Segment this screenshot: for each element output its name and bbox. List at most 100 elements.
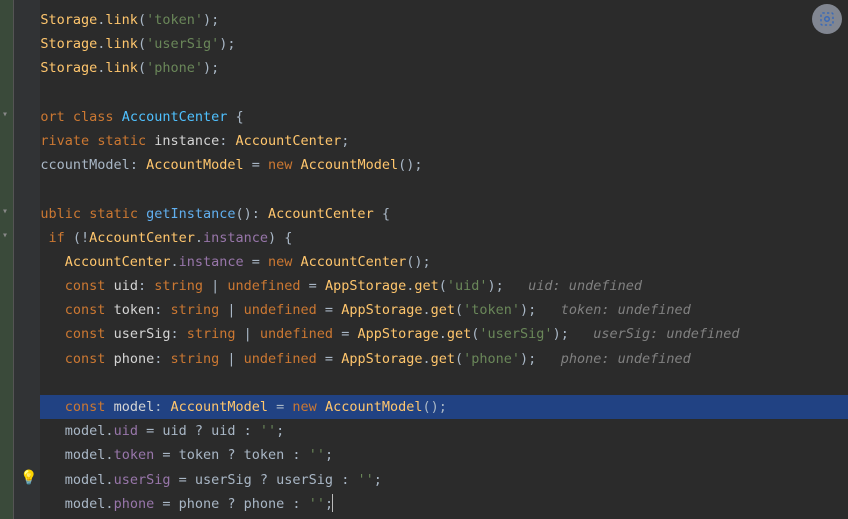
code-token: model. (65, 423, 114, 439)
code-token: : (154, 399, 170, 415)
code-token: = (317, 351, 341, 367)
code-token: undefined (244, 302, 317, 318)
screenshot-button[interactable] (812, 4, 842, 34)
code-editor[interactable]: AppStorage.link('token');AppStorage.link… (0, 0, 848, 516)
code-line[interactable]: const uid: string | undefined = AppStora… (0, 274, 848, 298)
code-line[interactable]: const model: AccountModel = new AccountM… (0, 395, 848, 419)
code-token: : (154, 302, 170, 318)
code-token: '' (357, 472, 373, 488)
code-line[interactable]: if (!AccountCenter.instance) { (0, 226, 848, 250)
code-token: new (268, 157, 292, 173)
code-token: ; (374, 472, 382, 488)
code-line[interactable]: AppStorage.link('userSig'); (0, 32, 848, 56)
code-token: const (65, 278, 106, 294)
code-token: (); (422, 399, 446, 415)
code-token: get (431, 351, 455, 367)
code-line[interactable]: const userSig: string | undefined = AppS… (0, 322, 848, 346)
code-token (105, 278, 113, 294)
fold-marker-method[interactable]: ▾ (2, 203, 12, 213)
code-line[interactable]: model.phone = phone ? phone : ''; (0, 492, 848, 516)
code-token: = (154, 496, 178, 512)
fold-marker-if[interactable]: ▾ (2, 227, 12, 237)
code-token (227, 109, 235, 125)
code-token: model. (65, 447, 114, 463)
code-line[interactable]: public static getInstance(): AccountCent… (0, 202, 848, 226)
code-token (105, 351, 113, 367)
code-token: : (154, 351, 170, 367)
code-token: : (138, 278, 154, 294)
code-line[interactable]: export class AccountCenter { (0, 105, 848, 129)
code-token: const (65, 399, 106, 415)
code-token: get (414, 278, 438, 294)
code-token: (): (236, 206, 269, 222)
code-token: token (114, 302, 155, 318)
code-token (138, 206, 146, 222)
code-token: ); (553, 326, 594, 342)
code-token: = (268, 399, 292, 415)
code-token: '' (260, 423, 276, 439)
code-line[interactable]: model.userSig = userSig ? userSig : ''; (0, 468, 848, 492)
code-token: AccountCenter (122, 109, 228, 125)
code-token: const (65, 326, 106, 342)
code-line[interactable]: AppStorage.link('token'); (0, 8, 848, 32)
code-token (105, 302, 113, 318)
code-line[interactable]: model.uid = uid ? uid : ''; (0, 419, 848, 443)
code-token: string (170, 351, 219, 367)
code-token: : (292, 496, 308, 512)
code-token: AccountCenter (89, 230, 195, 246)
code-token: 'userSig' (479, 326, 552, 342)
code-token: link (105, 36, 138, 52)
code-token: | (219, 351, 243, 367)
fold-marker-class[interactable]: ▾ (2, 106, 12, 116)
code-token: (); (398, 157, 422, 173)
code-line[interactable]: AccountCenter.instance = new AccountCent… (0, 250, 848, 274)
code-token: userSig: undefined (593, 326, 739, 342)
code-token: AppStorage (325, 278, 406, 294)
code-token (114, 109, 122, 125)
code-token: = (301, 278, 325, 294)
code-token: instance (154, 133, 219, 149)
code-token: = (170, 472, 194, 488)
code-token: link (105, 60, 138, 76)
code-token: userSig (276, 472, 341, 488)
code-token: (); (406, 254, 430, 270)
code-line[interactable]: model.token = token ? token : ''; (0, 443, 848, 467)
code-token: token (179, 447, 228, 463)
code-token: | (203, 278, 227, 294)
code-token: model (114, 399, 155, 415)
code-token: : (170, 326, 186, 342)
intention-bulb-icon[interactable]: 💡 (20, 466, 37, 491)
code-token (65, 109, 73, 125)
code-token: : (130, 157, 146, 173)
code-line[interactable]: AppStorage.link('phone'); (0, 56, 848, 80)
code-token: token (244, 447, 293, 463)
code-token: get (447, 326, 471, 342)
code-token: phone (114, 351, 155, 367)
code-token: instance (203, 230, 268, 246)
screenshot-icon (818, 10, 836, 28)
code-token: ? (195, 423, 211, 439)
code-token: ? (260, 472, 276, 488)
code-line[interactable] (0, 177, 848, 201)
code-token: static (89, 206, 138, 222)
code-token: ) { (268, 230, 292, 246)
code-token: uid (162, 423, 195, 439)
code-token: 'uid' (447, 278, 488, 294)
code-token: ( (138, 60, 146, 76)
code-line[interactable] (0, 81, 848, 105)
code-token: ( (138, 12, 146, 28)
code-line[interactable]: accountModel: AccountModel = new Account… (0, 153, 848, 177)
code-line[interactable]: const phone: string | undefined = AppSto… (0, 347, 848, 371)
code-token (292, 157, 300, 173)
code-token: 'token' (146, 12, 203, 28)
code-token: AppStorage (357, 326, 438, 342)
text-cursor (332, 494, 333, 512)
code-token: . (439, 326, 447, 342)
code-token: ( (138, 36, 146, 52)
code-token: userSig (114, 472, 171, 488)
code-token: string (154, 278, 203, 294)
code-line[interactable]: private static instance: AccountCenter; (0, 129, 848, 153)
code-token: static (97, 133, 146, 149)
code-line[interactable]: const token: string | undefined = AppSto… (0, 298, 848, 322)
code-line[interactable] (0, 371, 848, 395)
